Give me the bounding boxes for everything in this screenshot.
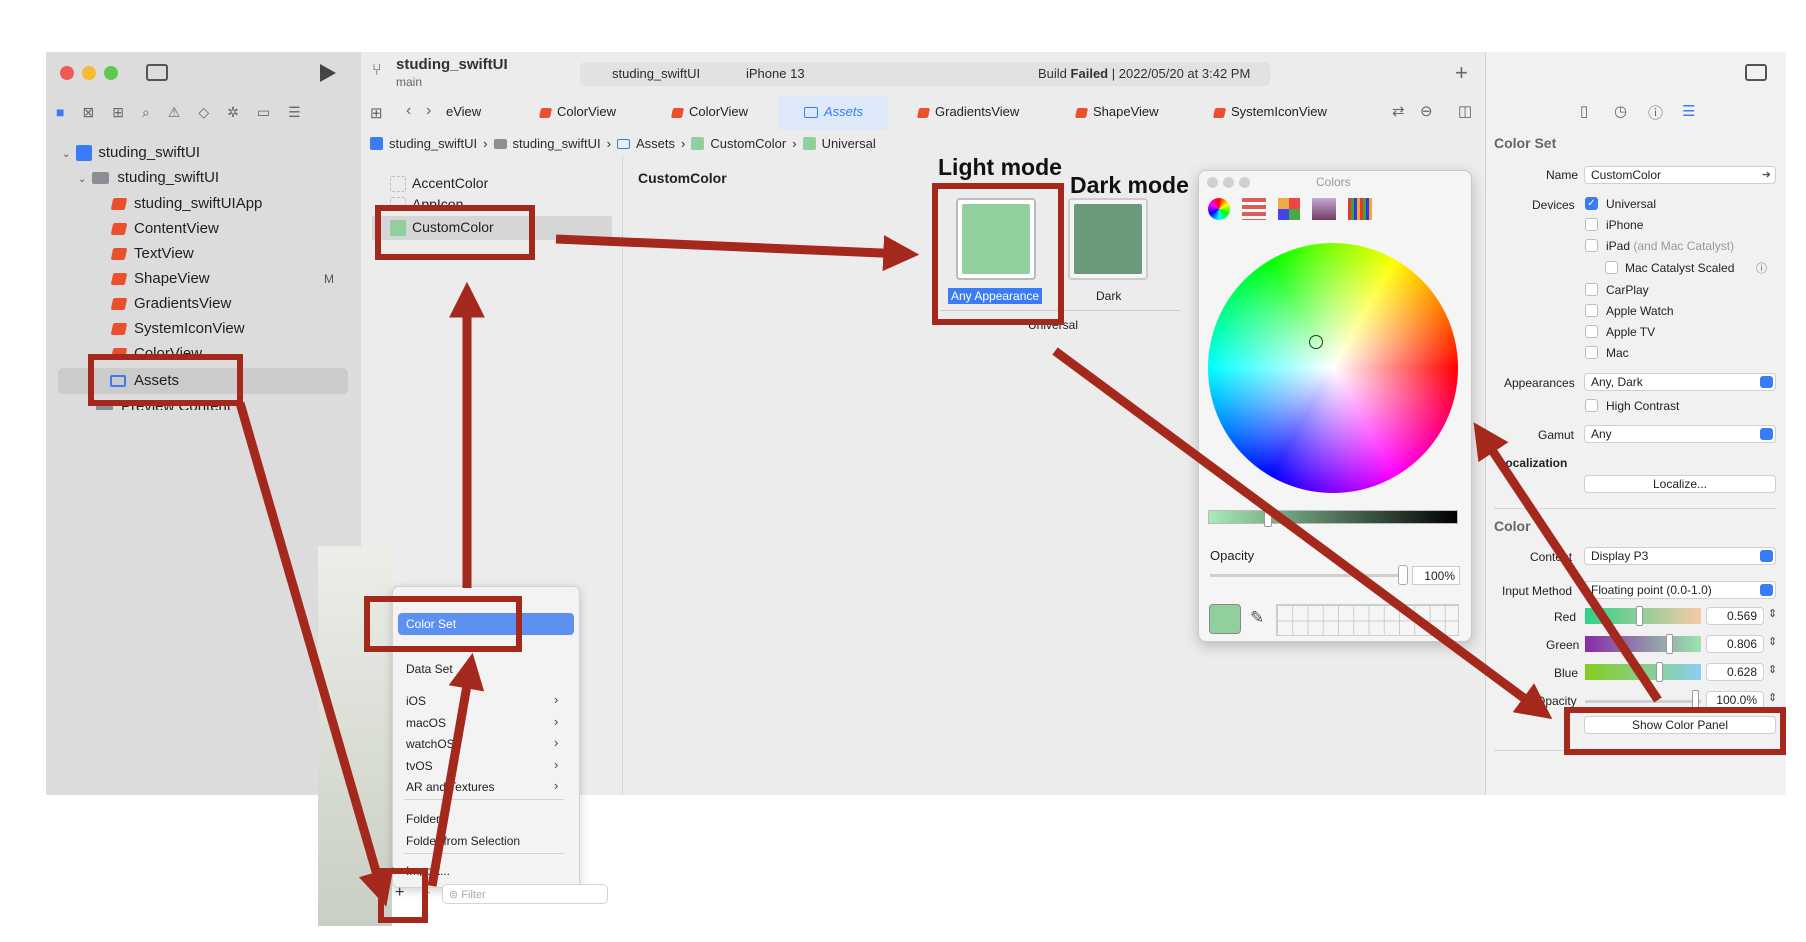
arrow-assets-to-add: [235, 401, 394, 907]
arrow-add-to-color-set: [427, 652, 485, 887]
arrow-show-panel-to-wheel: [1473, 422, 1662, 703]
arrow-light-to-show-panel: [1052, 347, 1553, 720]
arrow-customcolor-to-light: [555, 234, 920, 272]
annotation-arrows: [235, 234, 1662, 907]
